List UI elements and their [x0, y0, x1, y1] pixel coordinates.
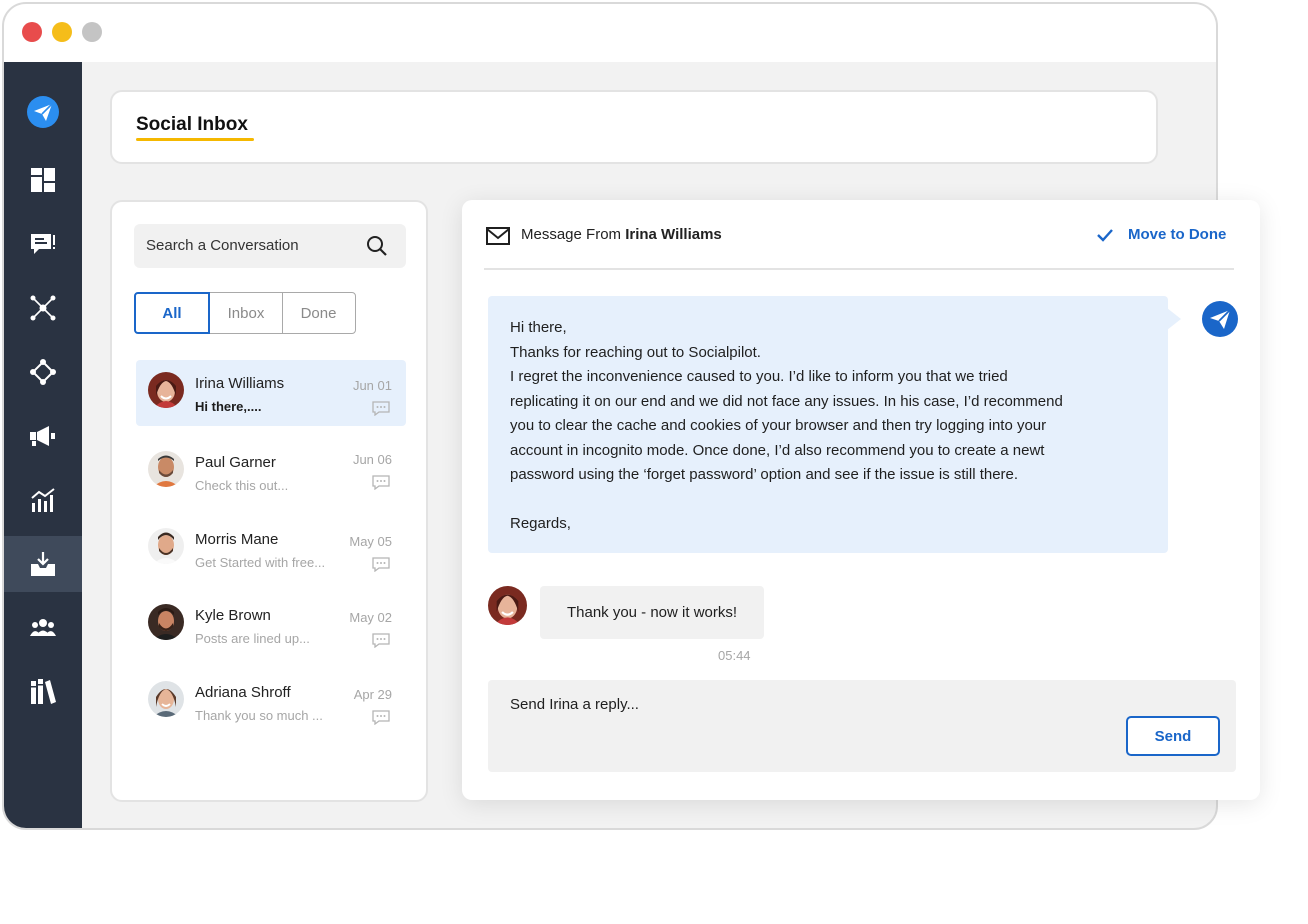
- incoming-message-bubble: Thank you - now it works!: [540, 586, 764, 639]
- sidebar: [4, 62, 82, 828]
- sidebar-item-team[interactable]: [4, 600, 82, 656]
- network-icon: [30, 295, 56, 321]
- move-to-done-label: Move to Done: [1128, 226, 1227, 243]
- conversation-item-morris[interactable]: Morris Mane Get Started with free... May…: [136, 516, 406, 582]
- sidebar-item-connections[interactable]: [4, 344, 82, 400]
- search-icon[interactable]: [366, 235, 388, 257]
- chat-bubble-icon: [372, 475, 390, 490]
- conversation-item-paul[interactable]: Paul Garner Check this out... Jun 06: [136, 439, 406, 505]
- conversation-name: Adriana Shroff: [195, 684, 291, 701]
- dashboard-icon: [31, 168, 55, 192]
- conversation-date: Jun 01: [352, 378, 392, 393]
- sidebar-item-posts[interactable]: [4, 216, 82, 272]
- envelope-icon: [486, 227, 510, 245]
- conversation-date: Apr 29: [353, 687, 392, 702]
- paper-plane-logo-icon: [27, 96, 59, 128]
- message-timestamp: 05:44: [718, 648, 751, 663]
- message-from-name: Irina Williams: [625, 226, 722, 243]
- page-title: Social Inbox: [136, 114, 248, 135]
- conversation-item-kyle[interactable]: Kyle Brown Posts are lined up... May 02: [136, 592, 406, 658]
- chat-bubble-icon: [372, 633, 390, 648]
- conversation-preview: Check this out...: [195, 478, 289, 493]
- avatar: [148, 372, 184, 408]
- checkmark-icon: [1097, 228, 1113, 242]
- conversation-item-irina[interactable]: Irina Williams Hi there,.... Jun 01: [136, 360, 406, 426]
- send-button[interactable]: Send: [1126, 716, 1220, 756]
- conversation-name: Paul Garner: [195, 454, 276, 471]
- sidebar-item-campaigns[interactable]: [4, 408, 82, 464]
- bubble-tail: [1167, 308, 1181, 330]
- close-window-button[interactable]: [22, 22, 42, 42]
- megaphone-icon: [30, 426, 55, 446]
- reply-box[interactable]: Send Irina a reply... Send: [488, 680, 1236, 772]
- title-underline: [136, 138, 254, 141]
- sidebar-item-inbox[interactable]: [4, 536, 82, 592]
- avatar: [148, 451, 184, 487]
- chat-bubble-icon: [372, 557, 390, 572]
- message-line: you to clear the cache and cookies of yo…: [510, 417, 1047, 434]
- conversation-date: May 05: [349, 534, 392, 549]
- sidebar-item-network[interactable]: [4, 280, 82, 336]
- conversation-preview: Thank you so much ...: [195, 708, 323, 723]
- message-line: I regret the inconvenience caused to you…: [510, 368, 1008, 385]
- move-to-done-button[interactable]: Move to Done: [1096, 226, 1226, 243]
- message-line: replicating it on our end and we did not…: [510, 392, 1063, 410]
- filter-all[interactable]: All: [134, 292, 210, 334]
- team-icon: [30, 619, 56, 636]
- conversation-preview: Get Started with free...: [195, 555, 326, 570]
- conversation-date: Jun 06: [352, 452, 392, 467]
- conversation-date: May 02: [349, 610, 392, 625]
- conversation-preview: Posts are lined up...: [195, 631, 310, 646]
- message-line: Thanks for reaching out to Socialpilot.: [510, 343, 761, 361]
- library-icon: [31, 679, 56, 704]
- search-box[interactable]: Search a Conversation: [134, 224, 406, 268]
- filter-done[interactable]: Done: [281, 292, 356, 334]
- conversation-preview: Hi there,....: [195, 399, 262, 414]
- conversation-name: Kyle Brown: [195, 607, 271, 624]
- chat-bubble-icon: [372, 401, 390, 416]
- message-from: Message From Irina Williams: [521, 226, 722, 243]
- sidebar-item-analytics[interactable]: [4, 472, 82, 528]
- avatar: [488, 586, 527, 625]
- message-line: account in incognito mode. Once done, I’…: [510, 441, 1045, 459]
- sidebar-logo[interactable]: [4, 84, 82, 140]
- analytics-icon: [31, 488, 55, 512]
- maximize-window-button[interactable]: [82, 22, 102, 42]
- message-line: password using the ‘forget password’ opt…: [510, 466, 1019, 483]
- sidebar-item-dashboard[interactable]: [4, 152, 82, 208]
- minimize-window-button[interactable]: [52, 22, 72, 42]
- message-line: [510, 488, 1146, 513]
- search-input[interactable]: Search a Conversation: [146, 237, 299, 254]
- filter-inbox[interactable]: Inbox: [209, 292, 283, 334]
- divider: [484, 268, 1234, 270]
- avatar: [148, 528, 184, 564]
- filter-tabs: All Inbox Done: [134, 292, 356, 334]
- chat-bubble-icon: [372, 710, 390, 725]
- sidebar-item-library[interactable]: [4, 664, 82, 720]
- reply-input[interactable]: Send Irina a reply...: [510, 696, 639, 713]
- title-bar: [4, 4, 1216, 62]
- conversation-name: Irina Williams: [195, 375, 285, 392]
- header-card: Social Inbox: [110, 90, 1158, 164]
- avatar: [148, 681, 184, 717]
- message-line: Hi there,: [510, 319, 567, 336]
- message-line: Regards,: [510, 515, 571, 532]
- avatar: [148, 604, 184, 640]
- conversation-item-adriana[interactable]: Adriana Shroff Thank you so much ... Apr…: [136, 669, 406, 735]
- conversation-name: Morris Mane: [195, 531, 279, 548]
- connections-icon: [30, 359, 56, 385]
- outgoing-message-bubble: Hi there, Thanks for reaching out to Soc…: [488, 296, 1168, 553]
- posts-icon: [31, 234, 55, 254]
- paper-plane-logo-icon: [1202, 301, 1238, 337]
- inbox-icon: [31, 552, 55, 576]
- message-from-prefix: Message From: [521, 226, 622, 243]
